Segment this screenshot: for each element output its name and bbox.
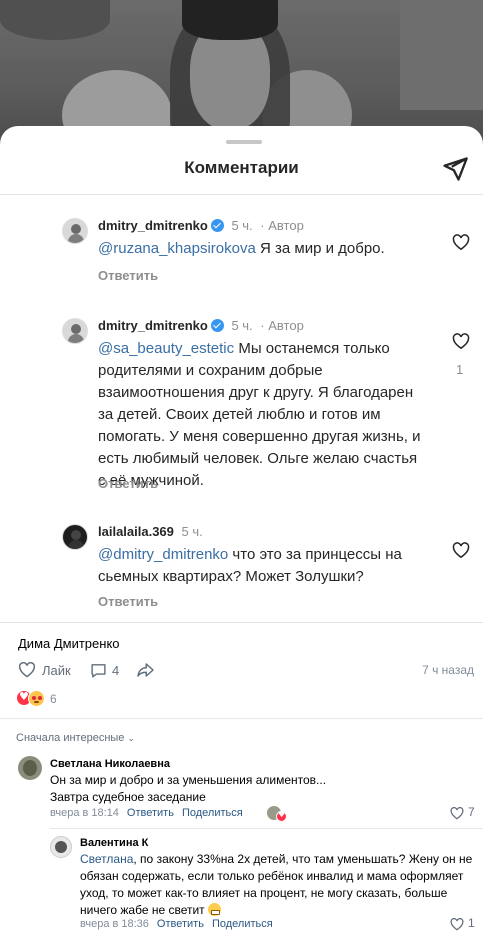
- comment-time: 5 ч.: [231, 218, 253, 233]
- heart-outline-icon[interactable]: [450, 918, 464, 931]
- ig-comment: dmitry_dmitrenko 5 ч. · Автор @ruzana_kh…: [62, 218, 483, 288]
- divider: [0, 622, 483, 623]
- post-time: 7 ч назад: [422, 663, 474, 677]
- post-author[interactable]: Дима Дмитренко: [18, 636, 120, 651]
- comment-text: @dmitry_dmitrenko что это за принцессы н…: [98, 544, 428, 588]
- reply-button[interactable]: Ответить: [157, 918, 204, 930]
- reply-button[interactable]: Ответить: [98, 594, 158, 609]
- divider: [50, 828, 483, 829]
- mention-link[interactable]: @sa_beauty_estetic: [98, 340, 234, 357]
- comment-header: dmitry_dmitrenko 5 ч. · Автор: [98, 218, 304, 233]
- like-button[interactable]: Лайк: [42, 663, 71, 678]
- vk-comment-reply: Валентина К Светлана, по закону 33%на 2х…: [50, 836, 480, 932]
- verified-badge-icon: [210, 219, 224, 232]
- comment-text: Он за мир и добро и за уменьшения алимен…: [50, 772, 470, 806]
- share-icon[interactable]: [136, 661, 155, 679]
- heart-outline-icon[interactable]: [452, 542, 470, 559]
- comment-time: 5 ч.: [181, 524, 203, 539]
- comment-text: @sa_beauty_estetic Мы останемся только р…: [98, 338, 428, 492]
- reply-button[interactable]: Ответить: [98, 268, 158, 283]
- avatar[interactable]: [18, 756, 42, 780]
- verified-badge-icon: [210, 319, 224, 332]
- send-icon[interactable]: [441, 155, 469, 183]
- sheet-title: Комментарии: [184, 158, 299, 177]
- comment-line: Он за мир и добро и за уменьшения алимен…: [50, 773, 327, 787]
- comment-author[interactable]: Светлана Николаевна: [50, 758, 170, 770]
- comment-date: вчера в 18:36: [80, 918, 149, 930]
- comments-sheet: Комментарии dmitry_dmitrenko 5 ч. · Авто…: [0, 126, 483, 620]
- comment-date: вчера в 18:14: [50, 807, 119, 819]
- comment-line: Завтра судебное заседание: [50, 790, 206, 804]
- sheet-drag-handle[interactable]: [226, 140, 262, 144]
- heart-icon: [276, 810, 287, 822]
- comment-body: , по закону 33%на 2х детей, что там умен…: [80, 852, 473, 917]
- chevron-down-icon: ⌄: [127, 733, 135, 743]
- comment-body: Мы останемся только родителями и сохрани…: [98, 340, 421, 489]
- comment-meta: вчера в 18:14 Ответить Поделиться: [50, 807, 243, 819]
- mention-link[interactable]: @ruzana_khapsirokova: [98, 240, 256, 257]
- grimace-emoji-icon: [208, 903, 222, 916]
- author-badge: · Автор: [260, 318, 304, 333]
- comment-likes-count: 1: [468, 916, 475, 930]
- comment-text: Светлана, по закону 33%на 2х детей, что …: [80, 851, 480, 919]
- photo-man-hair: [182, 0, 278, 40]
- comments-count[interactable]: 4: [112, 663, 119, 678]
- reply-button[interactable]: Ответить: [127, 807, 174, 819]
- heart-outline-icon[interactable]: [452, 333, 470, 350]
- photo-frame: [400, 0, 483, 110]
- sheet-divider: [0, 194, 483, 195]
- comment-time: 5 ч.: [231, 318, 253, 333]
- love-face-reaction-icon: [28, 690, 45, 707]
- post-actions: Лайк 4 7 ч назад: [18, 661, 478, 681]
- heart-outline-icon[interactable]: [452, 234, 470, 251]
- comment-meta: вчера в 18:36 Ответить Поделиться: [80, 918, 273, 930]
- comment-body: Я за мир и добро.: [255, 240, 385, 257]
- heart-outline-icon[interactable]: [450, 807, 464, 820]
- mention-link[interactable]: Светлана: [80, 852, 133, 866]
- reactions[interactable]: [16, 690, 76, 708]
- avatar[interactable]: [50, 836, 72, 858]
- comment-text: @ruzana_khapsirokova Я за мир и добро.: [98, 238, 428, 260]
- avatar[interactable]: [62, 524, 88, 550]
- like-icon[interactable]: [18, 662, 36, 678]
- comment-username[interactable]: dmitry_dmitrenko: [98, 218, 208, 233]
- comment-author[interactable]: Валентина К: [80, 837, 148, 849]
- reply-button[interactable]: Ответить: [98, 476, 158, 491]
- vk-comment: Светлана Николаевна Он за мир и добро и …: [18, 756, 478, 826]
- comment-header: dmitry_dmitrenko 5 ч. · Автор: [98, 318, 304, 333]
- comment-username[interactable]: lailalaila.369: [98, 524, 174, 539]
- sort-dropdown[interactable]: Сначала интересные ⌄: [16, 732, 135, 744]
- avatar[interactable]: [62, 318, 88, 344]
- comment-username[interactable]: dmitry_dmitrenko: [98, 318, 208, 333]
- reactions-count[interactable]: 6: [50, 692, 57, 706]
- share-button[interactable]: Поделиться: [212, 918, 273, 930]
- author-badge: · Автор: [260, 218, 304, 233]
- avatar[interactable]: [62, 218, 88, 244]
- sort-label: Сначала интересные: [16, 732, 125, 744]
- comment-header: lailalaila.369 5 ч.: [98, 524, 203, 539]
- divider: [0, 718, 483, 719]
- photo-lamp: [0, 0, 110, 40]
- comment-likes-count: 7: [468, 805, 475, 819]
- comment-likes-count: 1: [456, 362, 464, 377]
- share-button[interactable]: Поделиться: [182, 807, 243, 819]
- ig-comment: dmitry_dmitrenko 5 ч. · Автор @sa_beauty…: [62, 318, 483, 498]
- ig-comment: lailalaila.369 5 ч. @dmitry_dmitrenko чт…: [62, 524, 483, 614]
- comment-icon[interactable]: [90, 662, 107, 679]
- mention-link[interactable]: @dmitry_dmitrenko: [98, 546, 228, 563]
